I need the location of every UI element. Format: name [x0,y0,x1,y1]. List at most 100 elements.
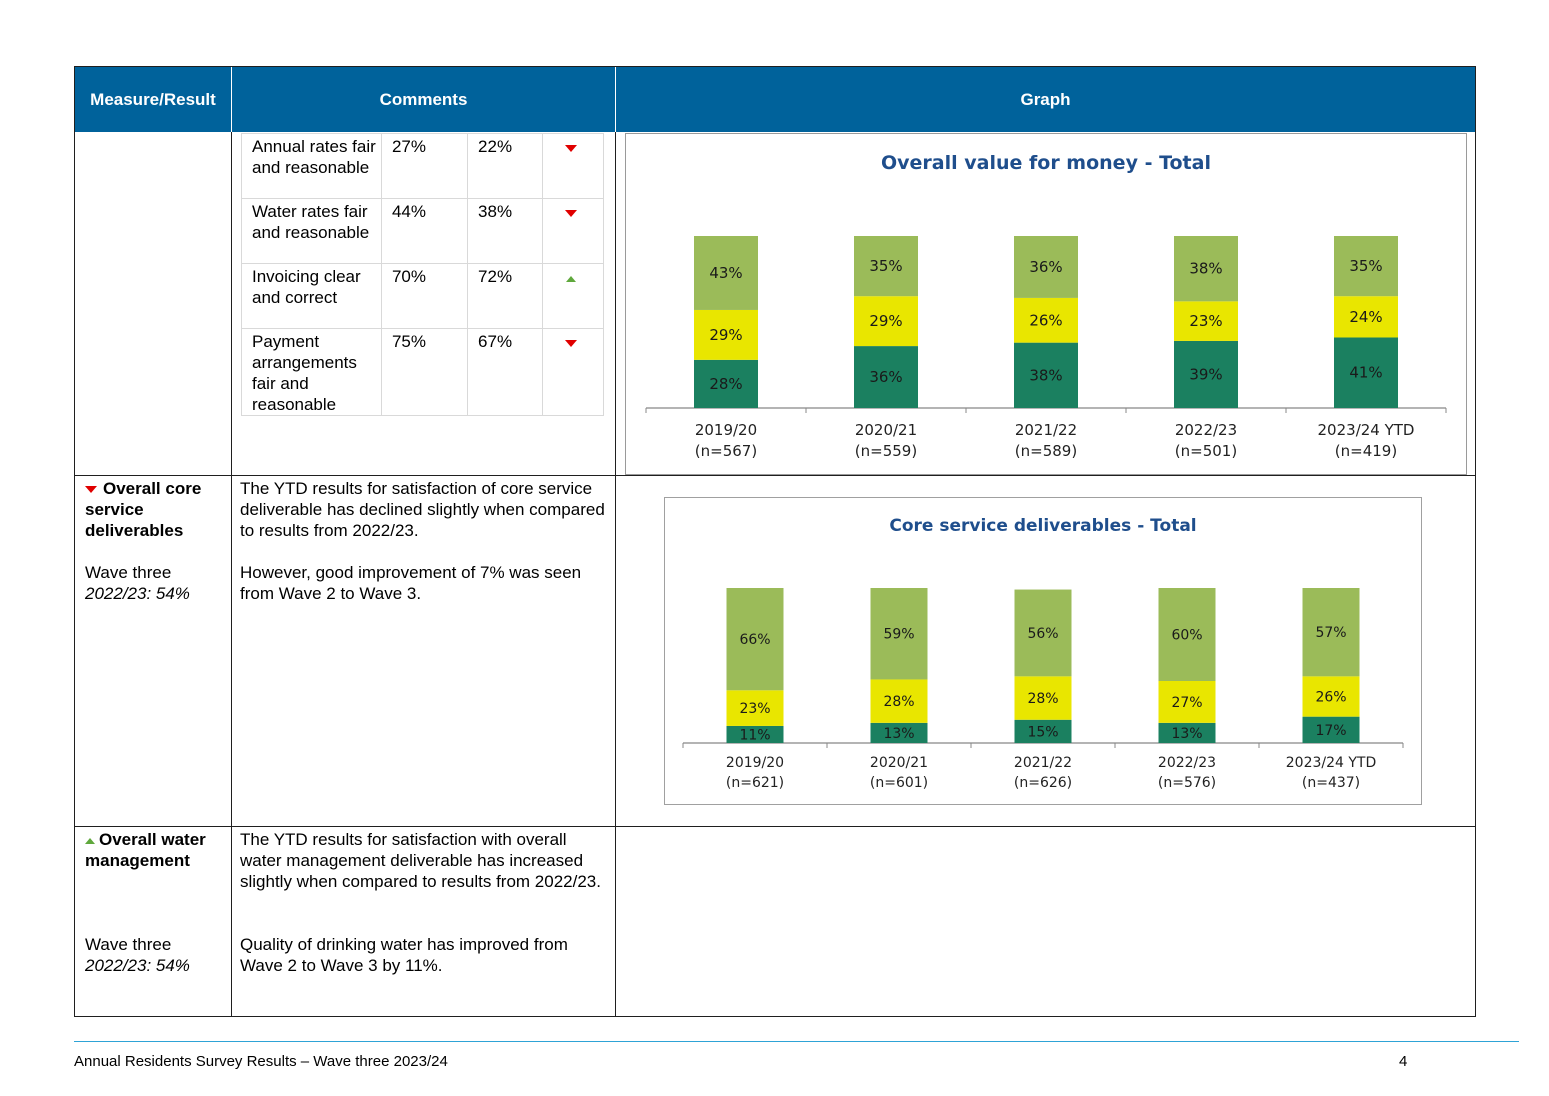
category-label: 2021/22 [1015,421,1077,439]
data-label: 60% [1171,628,1202,644]
data-label: 15% [1027,724,1058,740]
down-arrow-icon [565,210,578,217]
trend-cell [542,198,604,264]
data-label: 23% [739,701,770,717]
trend-cell [542,133,604,199]
category-label: 2023/24 YTD [1318,421,1415,439]
data-label: 13% [883,726,914,742]
category-label: (n=589) [1015,442,1077,460]
category-label: 2022/23 [1175,421,1237,439]
data-label: 57% [1315,625,1346,641]
category-label: 2019/20 [695,421,757,439]
results-table: Measure/Result Comments Graph Annual rat… [74,66,1476,1017]
chart-core-service: Core service deliverables - Total 11% 23% 6… [664,497,1422,805]
data-label: 17% [1315,723,1346,739]
data-label: 11% [739,727,770,743]
data-label: 28% [1027,691,1058,707]
header-measure: Measure/Result [90,90,216,109]
header-comments: Comments [379,90,468,109]
data-label: 27% [1171,695,1202,711]
header-graph: Graph [1020,90,1071,109]
category-label: (n=419) [1335,442,1397,460]
table-row: Water rates fair and reasonable 44% 38% [241,198,604,264]
data-label: 26% [1029,311,1062,329]
footer-divider [74,1041,1519,1042]
comment-water-1: The YTD results for satisfaction with ov… [240,830,601,891]
chart-value-for-money: Overall value for money - Total 28% 29% 43%… [625,133,1467,475]
category-label: (n=437) [1302,775,1360,791]
measure-core-service: Overall core service deliverables [85,478,225,541]
category-label: 2020/21 [870,755,928,771]
table-row: Invoicing clear and correct 70% 72% [241,263,604,329]
page-number: 4 [1399,1053,1408,1070]
data-label: 28% [709,375,742,393]
data-label: 35% [1349,257,1382,275]
up-arrow-icon [85,837,95,844]
chart-title: Overall value for money - Total [881,152,1211,174]
data-label: 23% [1189,312,1222,330]
data-label: 38% [1029,366,1062,384]
trend-cell [542,263,604,329]
measure-title: Overall core service deliverables [85,479,202,540]
table-header: Measure/Result Comments Graph [75,67,1475,132]
data-label: 28% [883,694,914,710]
chart-value-for-money-svg: Overall value for money - Total 28% 29% 43%… [645,152,1447,460]
rates-subtable: Annual rates fair and reasonable 27% 22% Wa… [241,133,604,416]
category-label: 2021/22 [1014,755,1072,771]
data-label: 26% [1315,690,1346,706]
category-label: (n=576) [1158,775,1216,791]
comment-water-2: Quality of drinking water has improved f… [240,935,568,975]
data-label: 59% [883,627,914,643]
up-arrow-icon [566,276,577,282]
category-label: (n=567) [695,442,757,460]
data-label: 39% [1189,365,1222,383]
data-label: 24% [1349,308,1382,326]
subtable-value-2023: 22% [467,133,544,199]
table-row: Payment arrangements fair and reasonable… [241,328,604,416]
category-label: 2020/21 [855,421,917,439]
category-label: 2022/23 [1158,755,1216,771]
subtable-label: Payment arrangements fair and reasonable [241,328,382,416]
category-label: (n=559) [855,442,917,460]
prior-result: 2022/23: 54% [85,956,190,975]
data-label: 38% [1189,260,1222,278]
wave-label: Wave three [85,563,172,582]
subtable-label: Annual rates fair and reasonable [241,133,382,199]
category-label: 2023/24 YTD [1286,755,1377,771]
subtable-label: Invoicing clear and correct [241,263,382,329]
comment-core-1: The YTD results for satisfaction of core… [240,479,605,540]
trend-cell [542,328,604,416]
subtable-value-2023: 67% [467,328,544,416]
down-arrow-icon [565,340,578,347]
category-label: 2019/20 [726,755,784,771]
subtable-value-2023: 38% [467,198,544,264]
subtable-value-2022: 70% [380,263,469,329]
subtable-value-2022: 75% [380,328,469,416]
subtable-value-2022: 44% [380,198,469,264]
footer-title: Annual Residents Survey Results – Wave t… [74,1053,448,1070]
chart-title: Core service deliverables - Total [889,516,1196,536]
category-label: (n=621) [726,775,784,791]
data-label: 29% [869,312,902,330]
category-label: (n=501) [1175,442,1237,460]
data-label: 29% [709,326,742,344]
table-row: Annual rates fair and reasonable 27% 22% [241,133,604,199]
down-arrow-icon [85,486,97,494]
comment-core-2: However, good improvement of 7% was seen… [240,563,582,603]
prior-result: 2022/23: 54% [85,584,190,603]
wave-label: Wave three [85,935,172,954]
chart-core-service-svg: Core service deliverables - Total 11% 23% 6… [682,516,1404,791]
subtable-label: Water rates fair and reasonable [241,198,382,264]
data-label: 36% [1029,258,1062,276]
data-label: 36% [869,368,902,386]
data-label: 66% [739,632,770,648]
data-label: 35% [869,257,902,275]
data-label: 43% [709,264,742,282]
data-label: 56% [1027,626,1058,642]
measure-water-management: Overall water management [85,829,230,871]
measure-title: Overall water management [85,830,206,870]
category-label: (n=601) [870,775,928,791]
category-label: (n=626) [1014,775,1072,791]
subtable-value-2023: 72% [467,263,544,329]
data-label: 13% [1171,726,1202,742]
